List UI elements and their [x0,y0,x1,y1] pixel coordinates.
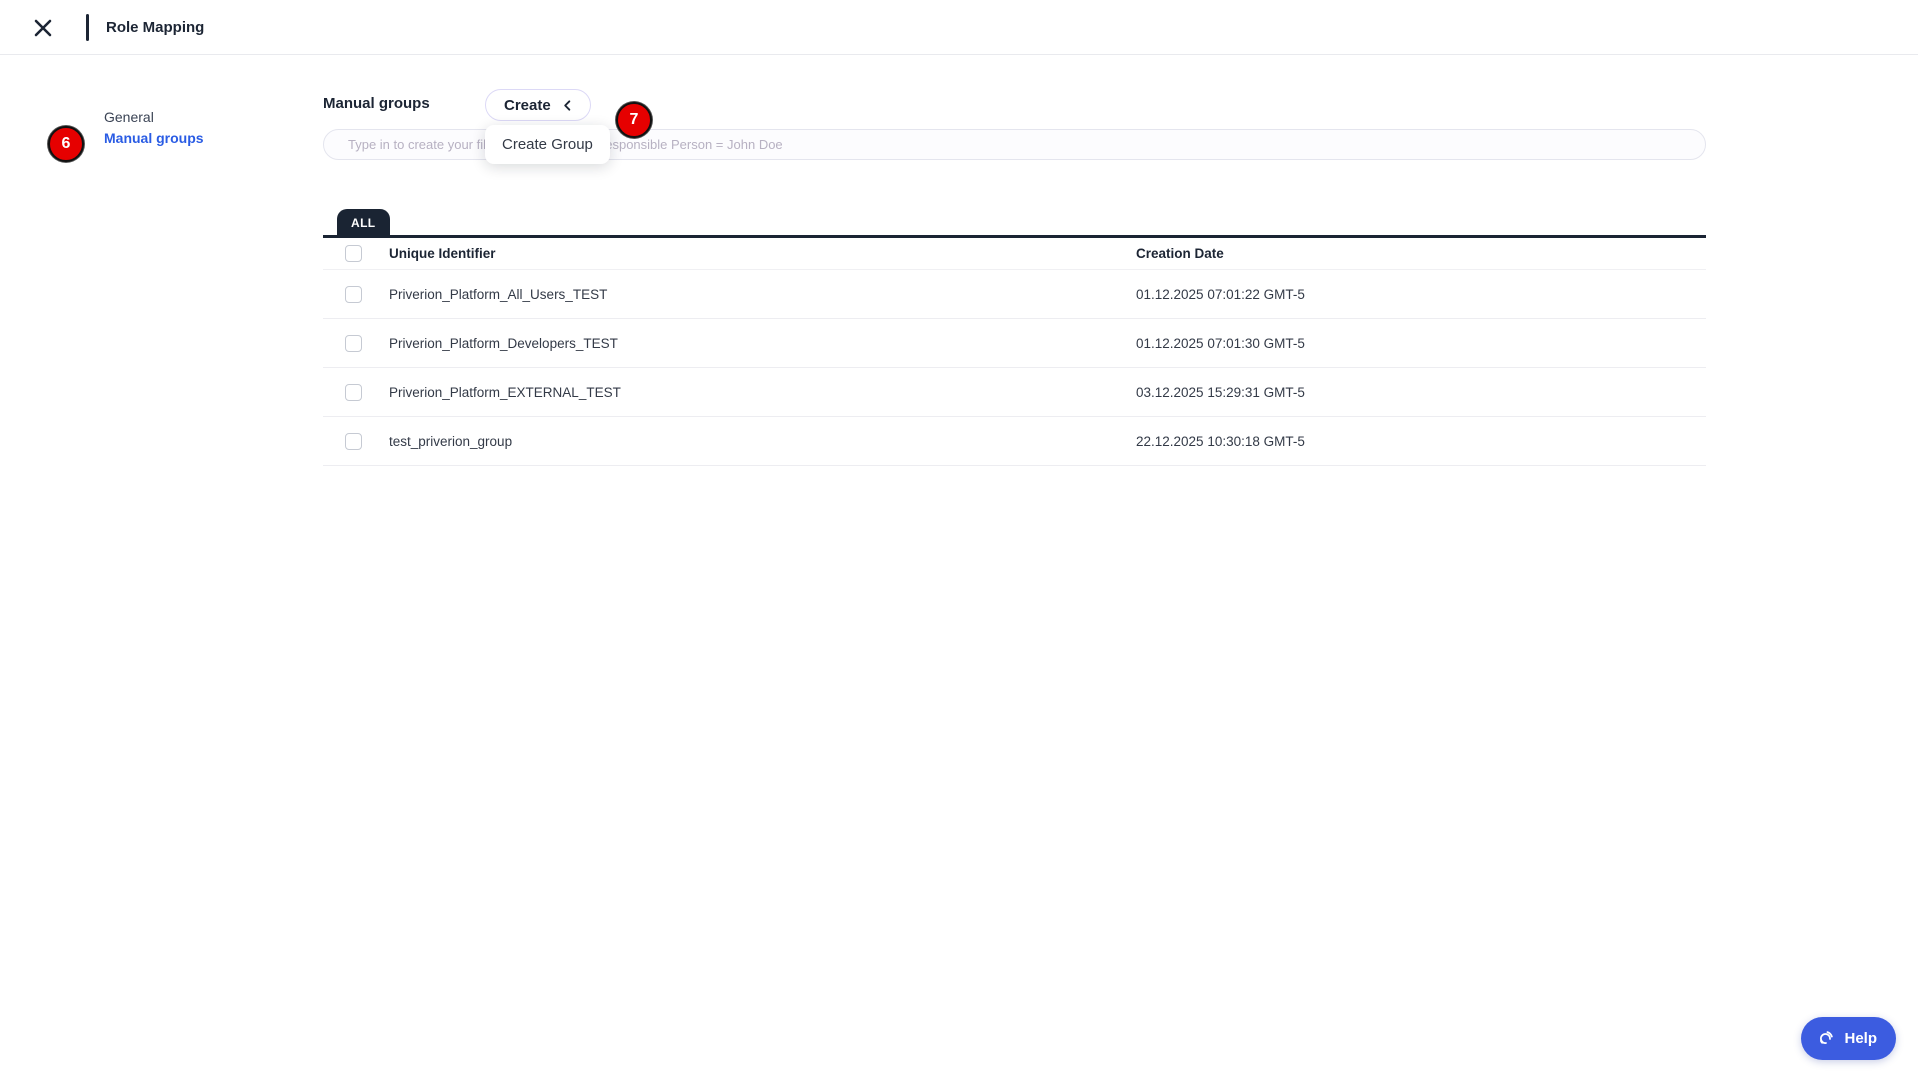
top-bar: Role Mapping [0,0,1918,55]
sidebar-item-manual-groups[interactable]: Manual groups [104,130,204,146]
cell-unique-identifier: Priverion_Platform_Developers_TEST [389,335,618,351]
title-divider [86,14,89,41]
cell-creation-date: 01.12.2025 07:01:22 GMT-5 [1136,286,1305,302]
column-header-creation-date: Creation Date [1136,246,1224,261]
annotation-badge-6: 6 [48,126,84,162]
cell-unique-identifier: Priverion_Platform_EXTERNAL_TEST [389,384,621,400]
table-header-row: Unique Identifier Creation Date [323,238,1706,270]
section-title: Manual groups [323,95,430,112]
row-checkbox[interactable] [345,383,362,401]
table-row[interactable]: Priverion_Platform_EXTERNAL_TEST 03.12.2… [323,368,1706,417]
cell-creation-date: 01.12.2025 07:01:30 GMT-5 [1136,335,1305,351]
cell-unique-identifier: test_priverion_group [389,433,513,449]
cell-creation-date: 22.12.2025 10:30:18 GMT-5 [1136,433,1305,449]
row-checkbox[interactable] [345,334,362,352]
groups-table: Unique Identifier Creation Date Priverio… [323,238,1706,466]
table-row[interactable]: Priverion_Platform_All_Users_TEST 01.12.… [323,270,1706,319]
column-header-unique-identifier: Unique Identifier [389,246,496,261]
select-all-checkbox[interactable] [345,245,362,262]
table-row[interactable]: test_priverion_group 22.12.2025 10:30:18… [323,417,1706,466]
table-row[interactable]: Priverion_Platform_Developers_TEST 01.12… [323,319,1706,368]
row-checkbox[interactable] [345,285,362,303]
create-button-label: Create [504,96,551,114]
menu-item-create-group[interactable]: Create Group [485,127,610,162]
annotation-badge-7: 7 [616,102,652,138]
x-icon [32,17,54,39]
chevron-left-icon [561,99,574,112]
page-title: Role Mapping [106,19,205,36]
help-button-label: Help [1844,1030,1877,1047]
create-button[interactable]: Create [485,89,591,121]
tab-all[interactable]: ALL [337,209,390,236]
cell-creation-date: 03.12.2025 15:29:31 GMT-5 [1136,384,1305,400]
help-button[interactable]: Help [1801,1017,1896,1060]
sidebar-item-general[interactable]: General [104,109,154,125]
cell-unique-identifier: Priverion_Platform_All_Users_TEST [389,286,608,302]
close-button[interactable] [30,15,56,41]
row-checkbox[interactable] [345,432,362,450]
role-mapping-page: Role Mapping General Manual groups 6 7 M… [0,0,1918,1077]
create-dropdown-menu: Create Group [485,125,610,164]
headset-icon [1815,1028,1836,1049]
